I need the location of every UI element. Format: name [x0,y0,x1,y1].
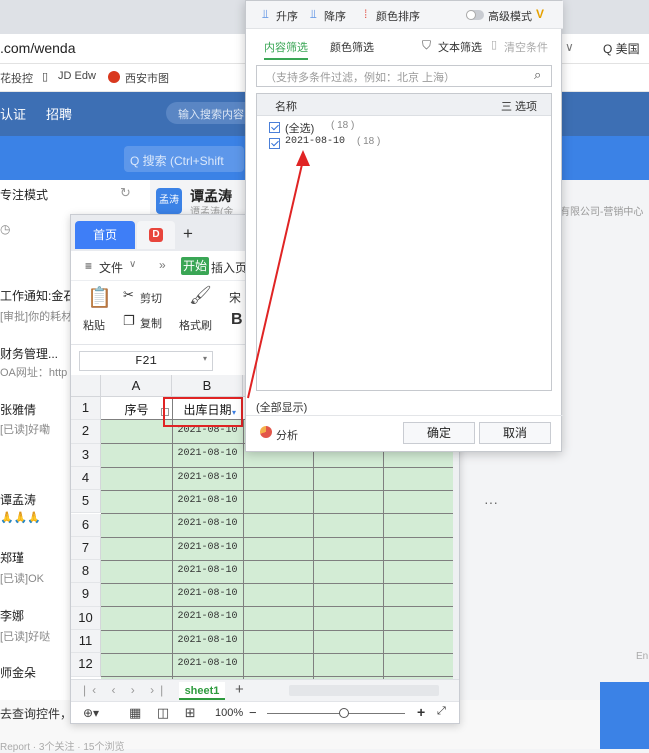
annotation-arrow [247,150,310,399]
